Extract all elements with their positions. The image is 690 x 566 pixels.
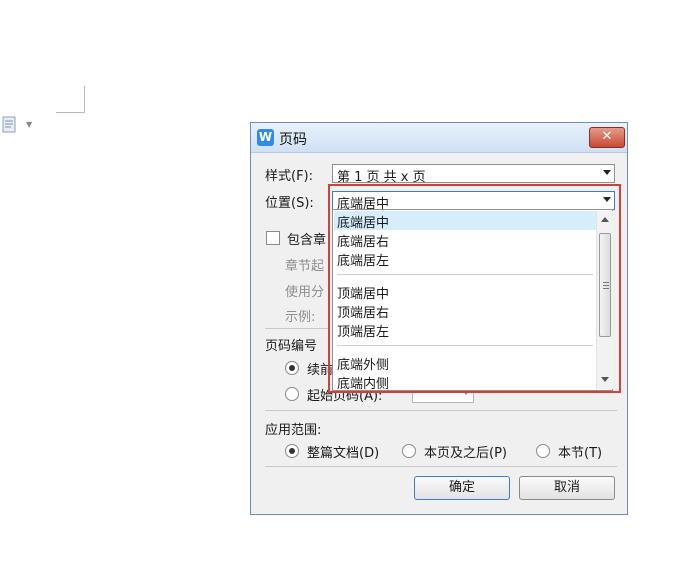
- annotation-highlight-box: [328, 184, 621, 393]
- chapter-start-label: 章节起: [285, 259, 325, 274]
- document-icon[interactable]: [2, 116, 17, 133]
- apply-scope-header: 应用范围:: [265, 423, 322, 438]
- include-chapter-checkbox[interactable]: [266, 231, 280, 245]
- continue-radio[interactable]: [285, 361, 299, 375]
- separator: [265, 328, 329, 329]
- radio-dot: [289, 365, 295, 371]
- chevron-down-icon: [603, 170, 611, 175]
- style-select[interactable]: 第 1 页 共 x 页: [332, 164, 615, 185]
- scope-whole-doc-label: 整篇文档(D): [307, 446, 380, 461]
- wps-logo-icon: W: [257, 129, 274, 146]
- position-label: 位置(S):: [265, 196, 314, 211]
- include-chapter-label: 包含章: [287, 233, 327, 248]
- separator: [265, 410, 617, 411]
- style-label: 样式(F):: [265, 169, 314, 184]
- scope-whole-doc-radio[interactable]: [285, 444, 299, 458]
- scope-this-page-after-radio[interactable]: [402, 444, 416, 458]
- scope-this-section-label: 本节(T): [558, 446, 603, 461]
- dialog-titlebar[interactable]: W 页码 ✕: [251, 123, 627, 153]
- page-corner-mark: [56, 112, 85, 113]
- dialog-title: 页码: [279, 132, 307, 148]
- page-corner-mark-vertical: [84, 86, 85, 113]
- separator: [265, 466, 617, 467]
- style-select-value: 第 1 页 共 x 页: [337, 170, 426, 185]
- scope-this-section-radio[interactable]: [536, 444, 550, 458]
- scope-this-page-after-label: 本页及之后(P): [424, 446, 507, 461]
- numbering-header: 页码编号: [265, 339, 318, 354]
- use-separator-label: 使用分: [285, 285, 325, 300]
- cancel-button[interactable]: 取消: [519, 476, 615, 500]
- start-at-radio[interactable]: [285, 387, 299, 401]
- close-button[interactable]: ✕: [589, 127, 625, 148]
- ok-button[interactable]: 确定: [414, 476, 510, 500]
- example-label: 示例:: [285, 310, 316, 325]
- radio-dot: [289, 448, 295, 454]
- chevron-down-icon[interactable]: ▼: [26, 120, 32, 129]
